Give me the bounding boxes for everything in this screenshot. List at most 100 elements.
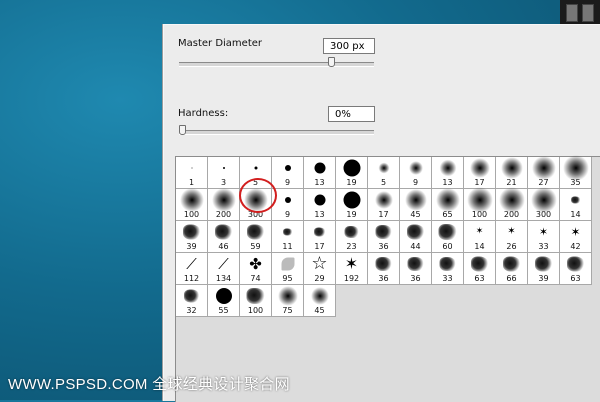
brush-preset[interactable]: 13 bbox=[432, 157, 464, 189]
brush-preset-panel: Master Diameter 300 px Hardness: 0% 1359… bbox=[163, 24, 600, 402]
brush-tip-icon bbox=[438, 224, 457, 240]
brush-size-label: 75 bbox=[282, 306, 293, 315]
brush-preset[interactable]: 46 bbox=[208, 221, 240, 253]
brush-preset[interactable]: ☆ 29 bbox=[304, 253, 336, 285]
brush-preset[interactable]: 65 bbox=[432, 188, 464, 221]
brush-preset[interactable]: ⟋ 112 bbox=[176, 253, 208, 285]
brush-preset[interactable]: ✶ 26 bbox=[496, 221, 528, 253]
brush-preset[interactable]: 63 bbox=[464, 253, 496, 285]
brush-preset[interactable]: 95 bbox=[272, 253, 304, 285]
brush-tip-icon bbox=[502, 256, 521, 272]
brush-preset[interactable]: ✶ 192 bbox=[336, 253, 368, 285]
top-toolbar-strip bbox=[560, 0, 600, 24]
brush-preset[interactable]: 39 bbox=[176, 221, 208, 253]
brush-size-label: 11 bbox=[282, 242, 293, 251]
brush-preset[interactable]: 13 bbox=[304, 189, 336, 221]
brush-preset[interactable]: 17 bbox=[304, 221, 336, 253]
brush-preset[interactable]: 3 bbox=[208, 157, 240, 189]
brush-preset[interactable]: 39 bbox=[528, 253, 560, 285]
brush-preset[interactable]: ✶ 14 bbox=[464, 221, 496, 253]
brush-size-label: 33 bbox=[538, 242, 549, 251]
brush-preset[interactable]: 13 bbox=[304, 157, 336, 189]
brush-tip-icon bbox=[284, 197, 291, 203]
brush-preset[interactable]: 23 bbox=[336, 221, 368, 253]
brush-preset[interactable]: 55 bbox=[208, 285, 240, 317]
brush-preset[interactable]: ⟋ 134 bbox=[208, 253, 240, 285]
brush-preset[interactable]: 9 bbox=[272, 157, 304, 189]
brush-preset[interactable]: 35 bbox=[560, 155, 592, 189]
brush-preset[interactable]: 60 bbox=[432, 221, 464, 253]
brush-preset[interactable]: 32 bbox=[176, 285, 208, 317]
brush-preset[interactable]: 75 bbox=[272, 285, 304, 317]
brush-preset[interactable]: 200 bbox=[208, 188, 240, 221]
brush-size-label: 60 bbox=[442, 242, 453, 251]
brush-preset[interactable]: ✶ 33 bbox=[528, 221, 560, 253]
brush-size-label: 29 bbox=[314, 274, 325, 283]
brush-size-label: 23 bbox=[346, 242, 357, 251]
hardness-slider-thumb[interactable] bbox=[179, 125, 186, 135]
brush-preset[interactable]: 200 bbox=[496, 187, 528, 221]
brush-preset[interactable]: 36 bbox=[368, 221, 400, 253]
brush-preset[interactable]: 9 bbox=[400, 157, 432, 189]
brush-preset[interactable]: 300 bbox=[528, 187, 560, 221]
brush-preset[interactable]: 21 bbox=[496, 157, 528, 189]
brush-size-label: 39 bbox=[538, 274, 549, 283]
brush-tip-icon bbox=[531, 156, 556, 180]
window-control[interactable] bbox=[582, 4, 594, 22]
brush-preset[interactable]: 19 bbox=[336, 189, 368, 221]
brush-preset[interactable]: 66 bbox=[496, 253, 528, 285]
hardness-field[interactable]: 0% bbox=[328, 106, 375, 122]
brush-preset[interactable]: 59 bbox=[240, 221, 272, 253]
brush-tip-icon bbox=[570, 196, 581, 204]
brush-tip-icon bbox=[214, 224, 233, 240]
brush-preset[interactable]: 100 bbox=[176, 188, 208, 221]
brush-size-label: 36 bbox=[410, 274, 421, 283]
brush-tip-icon: ✶ bbox=[475, 226, 484, 237]
brush-preset[interactable]: 1 bbox=[176, 157, 208, 189]
brush-tip-icon bbox=[314, 162, 325, 174]
hardness-slider[interactable] bbox=[179, 130, 374, 135]
selected-brush-highlight bbox=[239, 178, 277, 213]
brush-preset[interactable]: ✤ 74 bbox=[240, 253, 272, 285]
brush-preset[interactable]: 44 bbox=[400, 221, 432, 253]
brush-size-label: 63 bbox=[570, 274, 581, 283]
master-diameter-label: Master Diameter bbox=[178, 38, 263, 49]
master-diameter-field[interactable]: 300 px bbox=[323, 38, 375, 54]
brush-size-label: 21 bbox=[506, 178, 517, 187]
brush-tip-icon bbox=[191, 167, 192, 169]
brush-preset[interactable]: 17 bbox=[368, 189, 400, 221]
brush-preset[interactable]: ✶ 42 bbox=[560, 221, 592, 253]
brush-preset[interactable]: 19 bbox=[336, 157, 368, 189]
brush-size-label: 63 bbox=[474, 274, 485, 283]
brush-preset[interactable]: 33 bbox=[432, 253, 464, 285]
brush-tip-icon bbox=[374, 191, 393, 209]
brush-preset[interactable]: 27 bbox=[528, 156, 560, 189]
brush-preset[interactable]: 14 bbox=[560, 189, 592, 221]
brush-preset[interactable]: 63 bbox=[560, 253, 592, 285]
brush-tip-icon bbox=[211, 188, 236, 212]
brush-tip-icon bbox=[500, 157, 523, 179]
brush-preset[interactable]: 17 bbox=[464, 157, 496, 189]
brush-preset[interactable]: 45 bbox=[304, 285, 336, 317]
brush-preset[interactable]: 36 bbox=[368, 253, 400, 285]
brush-tip-icon bbox=[435, 188, 460, 212]
brush-preset[interactable]: 100 bbox=[240, 285, 272, 317]
brush-preset[interactable]: 11 bbox=[272, 221, 304, 253]
brush-tip-icon bbox=[408, 161, 423, 175]
brush-preset[interactable]: 5 bbox=[368, 157, 400, 189]
brush-tip-icon bbox=[246, 288, 265, 304]
brush-size-label: 13 bbox=[314, 210, 325, 219]
brush-size-label: 14 bbox=[570, 210, 581, 219]
brush-size-label: 200 bbox=[503, 210, 520, 219]
brush-tip-icon bbox=[470, 256, 489, 272]
master-diameter-slider[interactable] bbox=[179, 62, 374, 67]
brush-preset[interactable]: 45 bbox=[400, 189, 432, 221]
master-diameter-slider-thumb[interactable] bbox=[328, 57, 336, 67]
window-control[interactable] bbox=[566, 4, 578, 22]
brush-preset[interactable]: 36 bbox=[400, 253, 432, 285]
brush-tip-icon bbox=[406, 224, 425, 240]
brush-tip-icon bbox=[282, 228, 293, 236]
watermark-text: WWW.PSPSD.COM 全球经典设计聚合网 bbox=[8, 376, 290, 393]
brush-preset[interactable]: 100 bbox=[464, 187, 496, 221]
brush-tip-icon bbox=[215, 288, 232, 304]
